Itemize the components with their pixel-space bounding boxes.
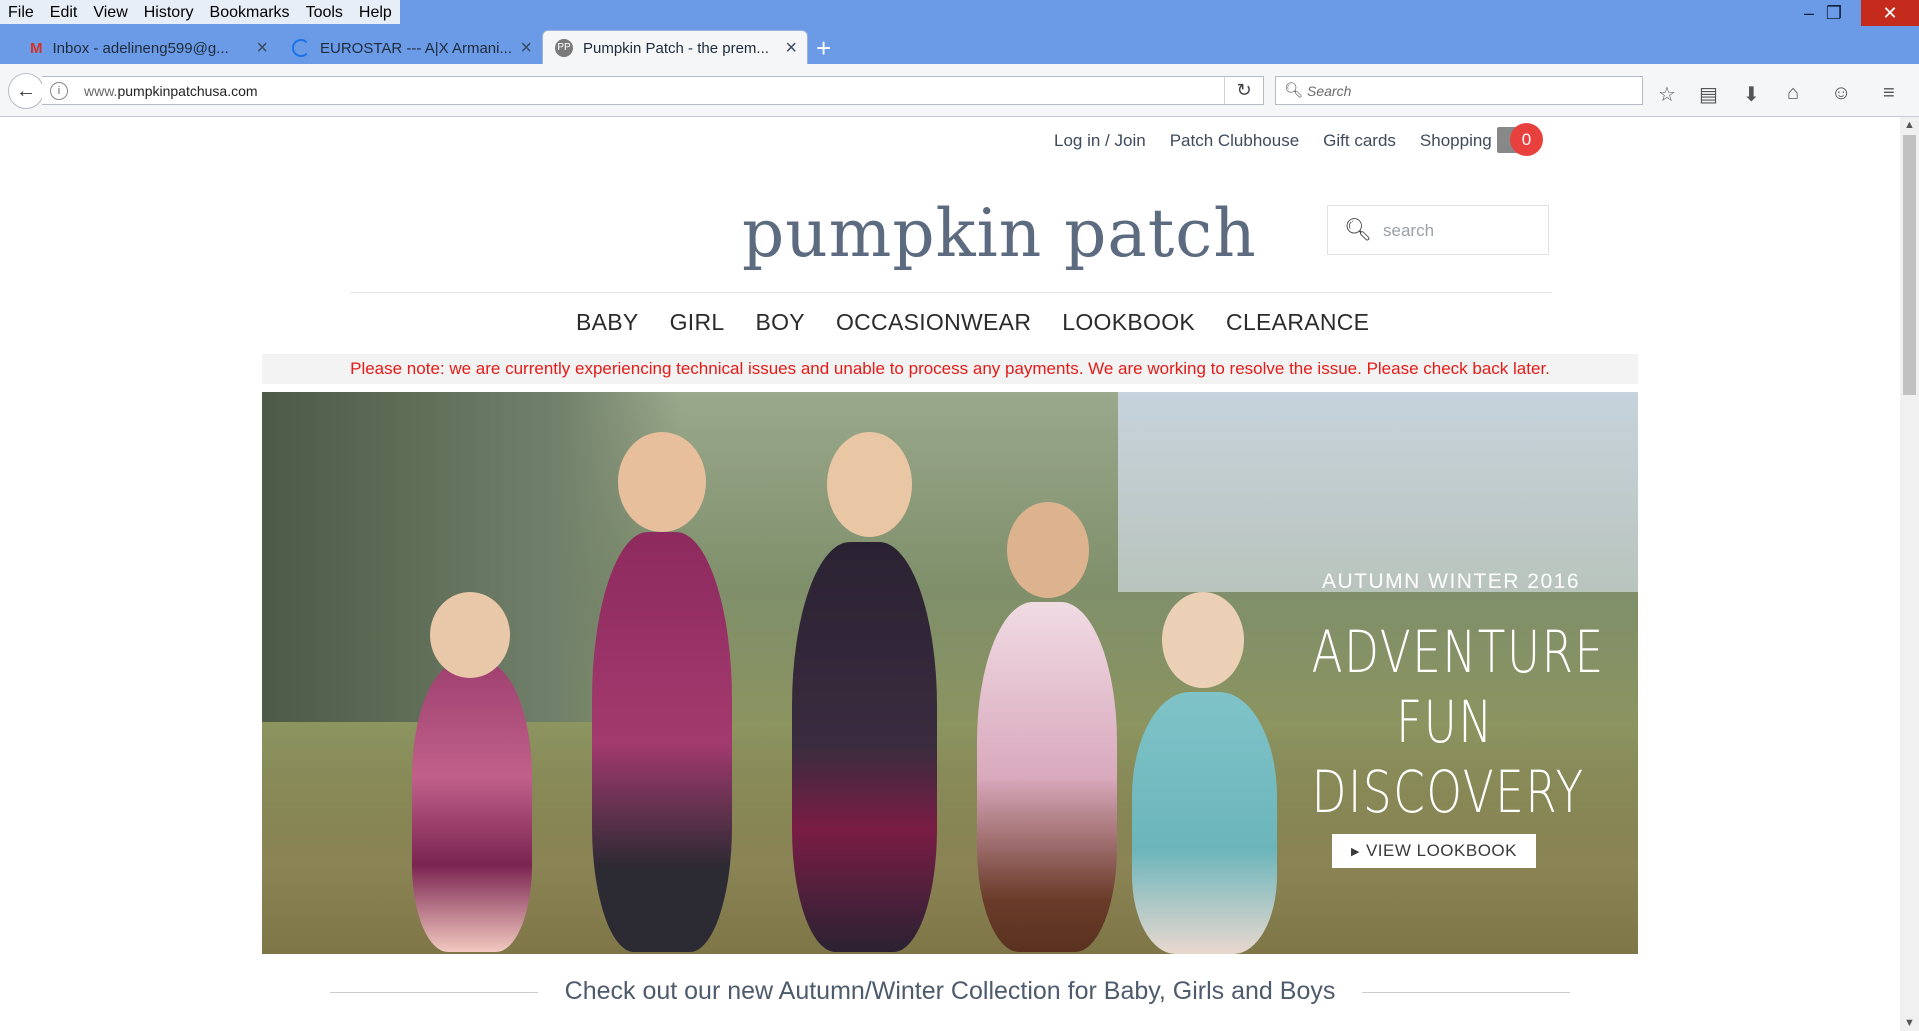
- play-triangle-icon: ▶: [1350, 846, 1360, 858]
- tab-inbox[interactable]: M Inbox - adelineng599@g... ×: [20, 31, 278, 65]
- nav-clearance[interactable]: CLEARANCE: [1226, 309, 1369, 336]
- view-lookbook-label: VIEW LOOKBOOK: [1365, 841, 1517, 860]
- menu-help[interactable]: Help: [351, 0, 400, 24]
- page-scrollbar[interactable]: ▲ ▼: [1900, 117, 1919, 1031]
- child-head: [1007, 502, 1089, 598]
- child-head: [430, 592, 510, 678]
- info-icon[interactable]: i: [50, 82, 68, 100]
- tab-label: Inbox - adelineng599@g...: [52, 39, 229, 57]
- home-icon[interactable]: ⌂: [1787, 82, 1799, 105]
- browser-search-input[interactable]: 🔍︎ Search: [1275, 76, 1643, 105]
- nav-baby[interactable]: BABY: [576, 309, 639, 336]
- menu-bar: File Edit View History Bookmarks Tools H…: [0, 0, 400, 24]
- nav-lookbook[interactable]: LOOKBOOK: [1062, 309, 1195, 336]
- search-placeholder: Search: [1307, 83, 1352, 99]
- hero-subtitle: AUTUMN WINTER 2016: [1321, 570, 1581, 593]
- close-tab-icon[interactable]: ×: [785, 37, 797, 60]
- main-navigation: BABY GIRL BOY OCCASIONWEAR LOOKBOOK CLEA…: [576, 309, 1400, 336]
- new-tab-button[interactable]: +: [816, 33, 831, 64]
- caption-divider-left: [330, 992, 538, 993]
- scroll-thumb[interactable]: [1903, 135, 1916, 395]
- back-button[interactable]: ←: [8, 73, 44, 109]
- patch-clubhouse-link[interactable]: Patch Clubhouse: [1170, 131, 1299, 151]
- collection-caption: Check out our new Autumn/Winter Collecti…: [564, 977, 1336, 1005]
- page-viewport: Log in / Join Patch Clubhouse Gift cards…: [0, 117, 1900, 1031]
- hero-sky: [1118, 392, 1638, 592]
- hello-chat-icon[interactable]: ☺: [1831, 82, 1851, 105]
- gmail-icon: M: [30, 39, 43, 57]
- scroll-down-arrow-icon[interactable]: ▼: [1904, 1017, 1915, 1029]
- back-arrow-icon: ←: [16, 79, 36, 102]
- caption-divider-right: [1362, 992, 1570, 993]
- child-head: [618, 432, 706, 532]
- header-divider: [350, 292, 1552, 293]
- top-links: Log in / Join Patch Clubhouse Gift cards…: [1054, 131, 1551, 151]
- site-search-input[interactable]: 🔍︎ search: [1327, 205, 1549, 255]
- child-figure: [1132, 692, 1277, 954]
- child-figure: [412, 662, 532, 952]
- login-join-link[interactable]: Log in / Join: [1054, 131, 1146, 151]
- tab-eurostar[interactable]: EUROSTAR --- A|X Armani... ×: [284, 31, 542, 65]
- child-head: [1162, 592, 1244, 688]
- hero-title: ADVENTURE FUN DISCOVERY: [1311, 617, 1605, 827]
- hero-title-line1: ADVENTURE: [1311, 618, 1605, 686]
- menu-tools[interactable]: Tools: [298, 0, 351, 24]
- url-text[interactable]: www.pumpkinpatchusa.com: [84, 83, 258, 99]
- menu-history[interactable]: History: [136, 0, 202, 24]
- cart-count-badge[interactable]: 0: [1510, 123, 1543, 156]
- pp-favicon: PP: [555, 39, 573, 57]
- menu-view[interactable]: View: [85, 0, 135, 24]
- search-icon: 🔍︎: [1344, 217, 1372, 242]
- gift-cards-link[interactable]: Gift cards: [1323, 131, 1396, 151]
- hamburger-menu-icon[interactable]: ≡: [1883, 82, 1895, 105]
- child-figure: [977, 602, 1117, 952]
- bookmarks-library-icon[interactable]: ▤: [1699, 82, 1718, 107]
- close-tab-icon[interactable]: ×: [520, 37, 532, 60]
- child-figure: [592, 532, 732, 952]
- tab-label: Pumpkin Patch - the prem...: [583, 39, 769, 57]
- maximize-button[interactable]: ❐: [1812, 0, 1856, 26]
- menu-file[interactable]: File: [0, 0, 42, 24]
- tab-label: EUROSTAR --- A|X Armani...: [320, 39, 512, 57]
- hero-title-line2: FUN DISCOVERY: [1311, 688, 1585, 826]
- child-figure: [792, 542, 937, 952]
- nav-boy[interactable]: BOY: [755, 309, 804, 336]
- close-window-button[interactable]: ✕: [1861, 0, 1919, 26]
- loading-icon: [292, 39, 310, 57]
- navigation-toolbar: ← i www.pumpkinpatchusa.com ↻ 🔍︎ Search …: [0, 64, 1919, 117]
- child-head: [827, 432, 912, 537]
- site-search-placeholder: search: [1383, 221, 1435, 240]
- url-bar[interactable]: i www.pumpkinpatchusa.com ↻: [42, 76, 1264, 105]
- downloads-icon[interactable]: ⬇: [1743, 82, 1760, 107]
- search-icon: 🔍︎: [1284, 82, 1304, 99]
- payment-notice: Please note: we are currently experienci…: [262, 354, 1638, 384]
- view-lookbook-button[interactable]: ▶ VIEW LOOKBOOK: [1332, 834, 1536, 868]
- menu-edit[interactable]: Edit: [42, 0, 86, 24]
- close-tab-icon[interactable]: ×: [256, 37, 268, 60]
- bookmark-star-icon[interactable]: ☆: [1658, 82, 1676, 107]
- hero-banner[interactable]: AUTUMN WINTER 2016 ADVENTURE FUN DISCOVE…: [262, 392, 1638, 954]
- tab-pumpkin-patch[interactable]: PP Pumpkin Patch - the prem... ×: [542, 30, 808, 65]
- scroll-up-arrow-icon[interactable]: ▲: [1904, 119, 1915, 131]
- nav-occasionwear[interactable]: OCCASIONWEAR: [836, 309, 1031, 336]
- reload-icon[interactable]: ↻: [1224, 77, 1263, 104]
- nav-girl[interactable]: GIRL: [670, 309, 725, 336]
- menu-bookmarks[interactable]: Bookmarks: [202, 0, 298, 24]
- site-logo[interactable]: pumpkin patch: [742, 195, 1257, 272]
